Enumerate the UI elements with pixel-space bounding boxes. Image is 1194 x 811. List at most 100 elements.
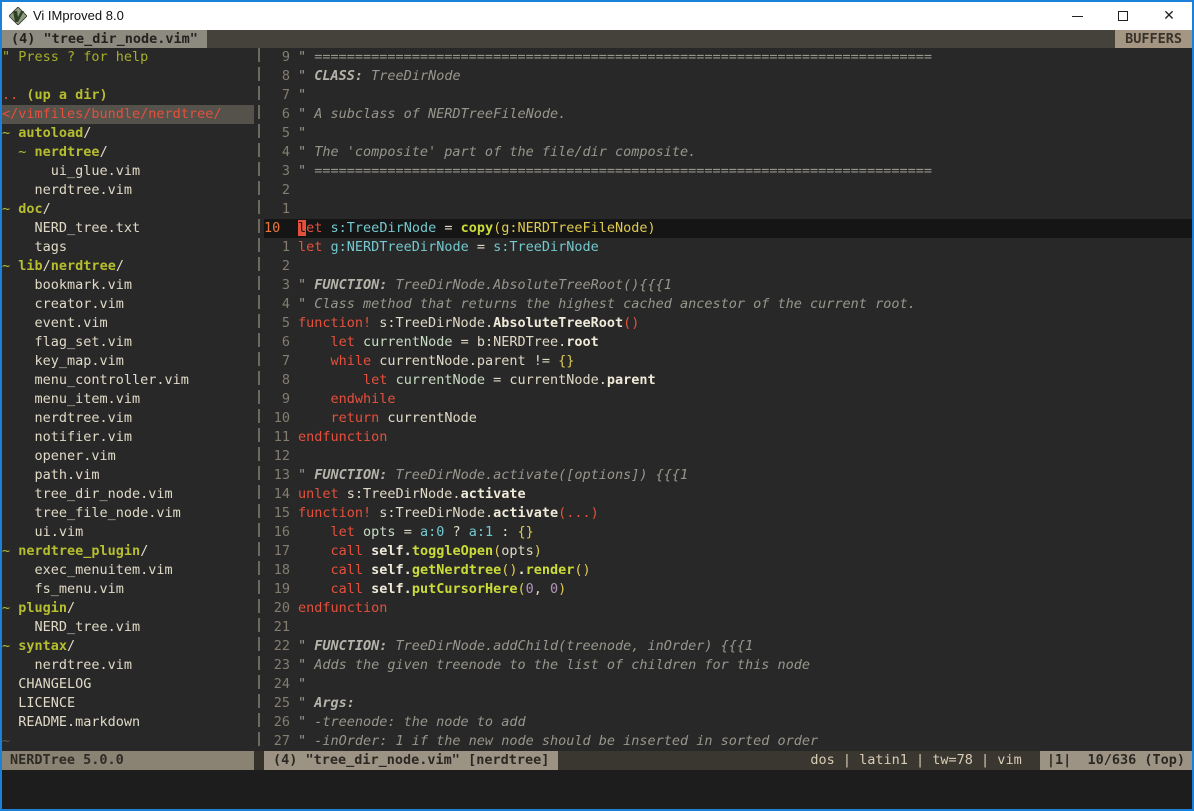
tree-item[interactable]: notifier.vim: [2, 428, 254, 447]
code-line[interactable]: 6 let currentNode = b:NERDTree.root: [264, 333, 1192, 352]
code-line[interactable]: 12: [264, 447, 1192, 466]
status-position-segment: |1| 10/636 (Top): [1040, 751, 1192, 770]
line-number-gap: [290, 694, 298, 713]
tree-item[interactable]: exec_menuitem.vim: [2, 561, 254, 580]
code-line[interactable]: 4" The 'composite' part of the file/dir …: [264, 143, 1192, 162]
code-line[interactable]: 26" -treenode: the node to add: [264, 713, 1192, 732]
code-line[interactable]: 7": [264, 86, 1192, 105]
tree-item[interactable]: .. (up a dir): [2, 86, 254, 105]
tree-item[interactable]: ~ plugin/: [2, 599, 254, 618]
code-line[interactable]: 16 let opts = a:0 ? a:1 : {}: [264, 523, 1192, 542]
code-line[interactable]: 8 let currentNode = currentNode.parent: [264, 371, 1192, 390]
tree-item[interactable]: ~: [2, 732, 254, 751]
tree-item[interactable]: menu_item.vim: [2, 390, 254, 409]
code-line[interactable]: 24": [264, 675, 1192, 694]
code-line[interactable]: 3" FUNCTION: TreeDirNode.AbsoluteTreeRoo…: [264, 276, 1192, 295]
tree-item[interactable]: creator.vim: [2, 295, 254, 314]
code-line[interactable]: 7 while currentNode.parent != {}: [264, 352, 1192, 371]
code-line[interactable]: 2: [264, 181, 1192, 200]
code-text: " Class method that returns the highest …: [298, 295, 916, 314]
line-number-gap: [290, 428, 298, 447]
minimize-button[interactable]: [1054, 2, 1100, 30]
code-line-current[interactable]: 10let s:TreeDirNode = copy(g:NERDTreeFil…: [264, 219, 1192, 238]
code-line[interactable]: 14unlet s:TreeDirNode.activate: [264, 485, 1192, 504]
line-number-gap: [290, 48, 298, 67]
code-line[interactable]: 2: [264, 257, 1192, 276]
tree-item[interactable]: README.markdown: [2, 713, 254, 732]
tree-item[interactable]: NERD_tree.txt: [2, 219, 254, 238]
code-line[interactable]: 22" FUNCTION: TreeDirNode.addChild(treen…: [264, 637, 1192, 656]
tree-item[interactable]: tree_dir_node.vim: [2, 485, 254, 504]
line-number-gap: [290, 637, 298, 656]
tree-item[interactable]: event.vim: [2, 314, 254, 333]
code-text: let opts = a:0 ? a:1 : {}: [298, 523, 534, 542]
tree-item[interactable]: bookmark.vim: [2, 276, 254, 295]
code-line[interactable]: 1let g:NERDTreeDirNode = s:TreeDirNode: [264, 238, 1192, 257]
tree-item[interactable]: nerdtree.vim: [2, 181, 254, 200]
code-line[interactable]: 27" -inOrder: 1 if the new node should b…: [264, 732, 1192, 751]
tree-item[interactable]: menu_controller.vim: [2, 371, 254, 390]
code-line[interactable]: 23" Adds the given treenode to the list …: [264, 656, 1192, 675]
maximize-button[interactable]: [1100, 2, 1146, 30]
code-line[interactable]: 11endfunction: [264, 428, 1192, 447]
tree-item[interactable]: ui_glue.vim: [2, 162, 254, 181]
code-line[interactable]: 6" A subclass of NERDTreeFileNode.: [264, 105, 1192, 124]
tree-item[interactable]: tags: [2, 238, 254, 257]
line-number: 10: [264, 219, 290, 238]
tree-item[interactable]: path.vim: [2, 466, 254, 485]
tree-item[interactable]: nerdtree.vim: [2, 409, 254, 428]
code-line[interactable]: 4" Class method that returns the highest…: [264, 295, 1192, 314]
line-number: 15: [264, 504, 290, 523]
tree-item[interactable]: ~ lib/nerdtree/: [2, 257, 254, 276]
code-line[interactable]: 25" Args:: [264, 694, 1192, 713]
code-line[interactable]: 3" =====================================…: [264, 162, 1192, 181]
code-line[interactable]: 21: [264, 618, 1192, 637]
code-line[interactable]: 17 call self.toggleOpen(opts): [264, 542, 1192, 561]
tree-item[interactable]: </vimfiles/bundle/nerdtree/: [2, 105, 254, 124]
tree-item[interactable]: opener.vim: [2, 447, 254, 466]
command-line-area[interactable]: [2, 770, 1192, 809]
line-number-gap: [290, 656, 298, 675]
code-line[interactable]: 19 call self.putCursorHere(0, 0): [264, 580, 1192, 599]
code-line[interactable]: 9" =====================================…: [264, 48, 1192, 67]
tree-item[interactable]: NERD_tree.vim: [2, 618, 254, 637]
vertical-split-separator[interactable]: [254, 48, 264, 751]
code-line[interactable]: 9 endwhile: [264, 390, 1192, 409]
line-number-gap: [290, 238, 298, 257]
tree-item[interactable]: ~ nerdtree/: [2, 143, 254, 162]
vim-logo-icon: [9, 7, 27, 25]
tree-item[interactable]: ~ doc/: [2, 200, 254, 219]
code-line[interactable]: 13" FUNCTION: TreeDirNode.activate([opti…: [264, 466, 1192, 485]
code-text: call self.toggleOpen(opts): [298, 542, 542, 561]
tree-item[interactable]: tree_file_node.vim: [2, 504, 254, 523]
code-line[interactable]: 10 return currentNode: [264, 409, 1192, 428]
tree-item[interactable]: fs_menu.vim: [2, 580, 254, 599]
line-number: 16: [264, 523, 290, 542]
tree-item[interactable]: LICENCE: [2, 694, 254, 713]
code-line[interactable]: 18 call self.getNerdtree().render(): [264, 561, 1192, 580]
tree-item[interactable]: ~ nerdtree_plugin/: [2, 542, 254, 561]
tree-item[interactable]: ~ autoload/: [2, 124, 254, 143]
code-line[interactable]: 5function! s:TreeDirNode.AbsoluteTreeRoo…: [264, 314, 1192, 333]
code-line[interactable]: 5": [264, 124, 1192, 143]
status-line: NERDTree 5.0.0 (4) "tree_dir_node.vim" […: [2, 751, 1192, 770]
tree-item[interactable]: CHANGELOG: [2, 675, 254, 694]
tree-item[interactable]: " Press ? for help: [2, 48, 254, 67]
code-text: unlet s:TreeDirNode.activate: [298, 485, 526, 504]
tree-item[interactable]: key_map.vim: [2, 352, 254, 371]
tab-active-buffer[interactable]: (4) "tree_dir_node.vim": [2, 30, 207, 48]
code-line[interactable]: 20endfunction: [264, 599, 1192, 618]
code-line[interactable]: 1: [264, 200, 1192, 219]
tree-item[interactable]: flag_set.vim: [2, 333, 254, 352]
code-line[interactable]: 15function! s:TreeDirNode.activate(...): [264, 504, 1192, 523]
line-number: 11: [264, 428, 290, 447]
code-text: ": [298, 675, 306, 694]
tree-item[interactable]: ~ syntax/: [2, 637, 254, 656]
line-number: 1: [264, 238, 290, 257]
line-number: 10: [264, 409, 290, 428]
code-line[interactable]: 8" CLASS: TreeDirNode: [264, 67, 1192, 86]
tree-item[interactable]: nerdtree.vim: [2, 656, 254, 675]
tree-item[interactable]: ui.vim: [2, 523, 254, 542]
close-button[interactable]: ✕: [1146, 2, 1192, 30]
line-number: 21: [264, 618, 290, 637]
